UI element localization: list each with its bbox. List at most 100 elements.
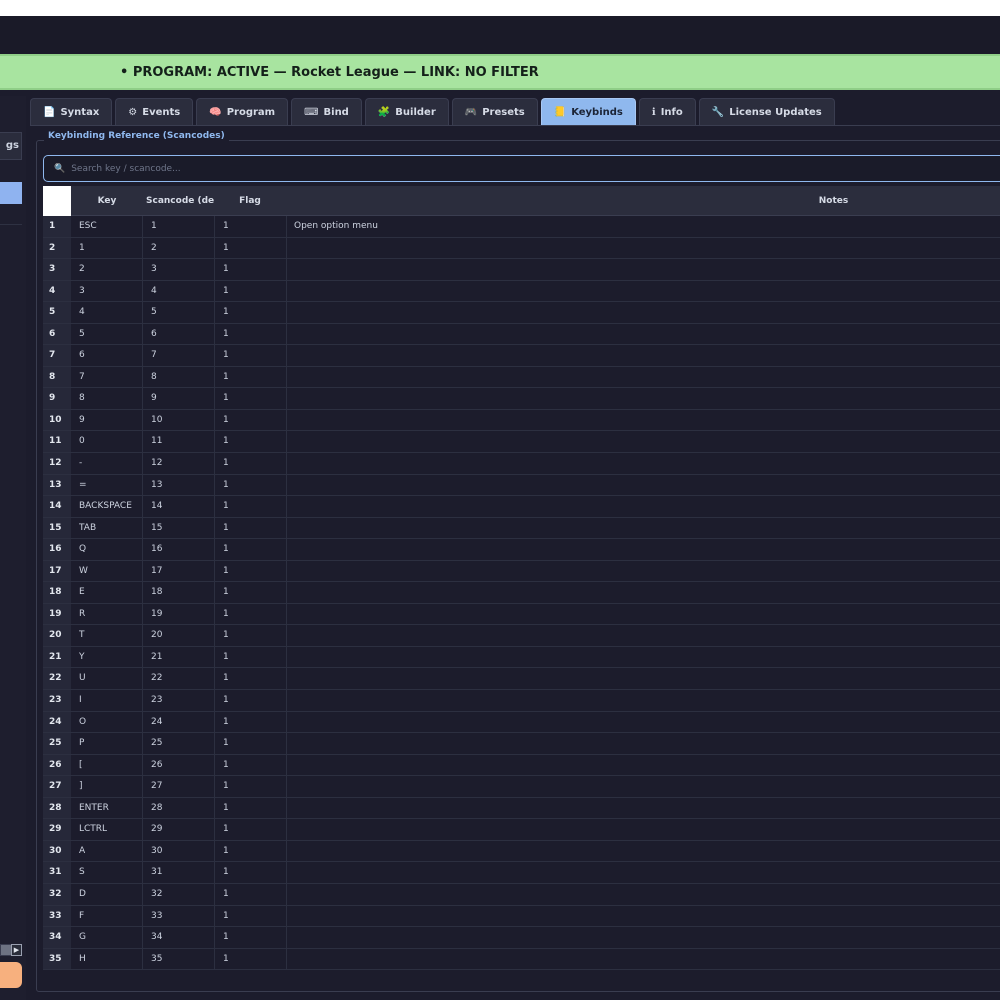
- table-row[interactable]: 4341: [43, 280, 1000, 303]
- column-header-scancode[interactable]: Scancode (dec: [146, 186, 214, 216]
- table-row[interactable]: 3231: [43, 259, 1000, 281]
- table-row[interactable]: 29 LCTRL 29 1: [43, 819, 1000, 841]
- cell-flag[interactable]: 1: [223, 496, 229, 517]
- cell-key[interactable]: S: [79, 862, 85, 883]
- column-header-flag[interactable]: Flag: [214, 186, 286, 216]
- cell-flag[interactable]: 1: [223, 625, 229, 646]
- cell-flag[interactable]: 1: [223, 561, 229, 582]
- row-number[interactable]: 11: [43, 431, 71, 453]
- cell-flag[interactable]: 1: [223, 582, 229, 603]
- cell-scancode[interactable]: 20: [151, 625, 162, 646]
- cell-key[interactable]: 1: [79, 238, 85, 259]
- cell-flag[interactable]: 1: [223, 259, 229, 280]
- table-row[interactable]: 14 BACKSPACE 14 1: [43, 496, 1000, 518]
- cell-flag[interactable]: 1: [223, 841, 229, 862]
- row-number[interactable]: 24: [43, 711, 71, 733]
- row-number[interactable]: 22: [43, 668, 71, 690]
- cell-scancode[interactable]: 13: [151, 475, 162, 496]
- cell-key[interactable]: ]: [79, 776, 83, 797]
- tab-builder[interactable]: 🧩 Builder: [364, 98, 449, 126]
- cell-key[interactable]: ESC: [79, 216, 97, 237]
- cell-key[interactable]: 5: [79, 324, 85, 345]
- tab-syntax[interactable]: 📄 Syntax: [30, 98, 113, 126]
- cell-flag[interactable]: 1: [223, 388, 229, 409]
- cell-scancode[interactable]: 12: [151, 453, 162, 474]
- table-row[interactable]: 22 U 22 1: [43, 668, 1000, 691]
- cell-key[interactable]: P: [79, 733, 84, 754]
- cell-flag[interactable]: 1: [223, 949, 229, 970]
- cell-scancode[interactable]: 2: [151, 238, 157, 259]
- cell-key[interactable]: 9: [79, 410, 85, 431]
- cell-key[interactable]: 3: [79, 281, 85, 302]
- row-number[interactable]: 1: [43, 216, 71, 237]
- cell-key[interactable]: 0: [79, 431, 85, 452]
- cell-key[interactable]: 7: [79, 367, 85, 388]
- row-number[interactable]: 19: [43, 603, 71, 625]
- table-row[interactable]: 7671: [43, 345, 1000, 367]
- cell-key[interactable]: =: [79, 475, 87, 496]
- cell-flag[interactable]: 1: [223, 281, 229, 302]
- table-row[interactable]: 2121: [43, 237, 1000, 260]
- cell-key[interactable]: R: [79, 604, 85, 625]
- table-row[interactable]: 11 0 11 1: [43, 431, 1000, 454]
- row-number[interactable]: 28: [43, 797, 71, 819]
- cell-scancode[interactable]: 21: [151, 647, 162, 668]
- cell-flag[interactable]: 1: [223, 410, 229, 431]
- cell-scancode[interactable]: 35: [151, 949, 162, 970]
- row-number[interactable]: 12: [43, 453, 71, 474]
- cell-scancode[interactable]: 15: [151, 518, 162, 539]
- cell-scancode[interactable]: 7: [151, 345, 157, 366]
- cell-scancode[interactable]: 30: [151, 841, 162, 862]
- cell-flag[interactable]: 1: [223, 324, 229, 345]
- row-number[interactable]: 13: [43, 474, 71, 496]
- cell-key[interactable]: G: [79, 927, 86, 948]
- tab-info[interactable]: ℹ Info: [638, 98, 696, 126]
- cell-scancode[interactable]: 25: [151, 733, 162, 754]
- row-number[interactable]: 14: [43, 496, 71, 517]
- cell-key[interactable]: O: [79, 712, 86, 733]
- cell-flag[interactable]: 1: [223, 755, 229, 776]
- row-number[interactable]: 27: [43, 776, 71, 797]
- cell-flag[interactable]: 1: [223, 862, 229, 883]
- cell-scancode[interactable]: 31: [151, 862, 162, 883]
- table-row[interactable]: 27] 27 1: [43, 776, 1000, 798]
- cell-key[interactable]: 8: [79, 388, 85, 409]
- cell-flag[interactable]: 1: [223, 345, 229, 366]
- sidebar-selected-item[interactable]: [0, 182, 22, 204]
- row-number[interactable]: 20: [43, 625, 71, 646]
- table-row[interactable]: 18 E 18 1: [43, 582, 1000, 604]
- cell-scancode[interactable]: 34: [151, 927, 162, 948]
- cell-flag[interactable]: 1: [223, 884, 229, 905]
- cell-key[interactable]: A: [79, 841, 85, 862]
- cell-flag[interactable]: 1: [223, 302, 229, 323]
- sidebar-header[interactable]: gs: [0, 132, 22, 160]
- row-number[interactable]: 34: [43, 927, 71, 948]
- sidebar-action-button[interactable]: [0, 962, 22, 988]
- table-row[interactable]: 20 T 20 1: [43, 625, 1000, 647]
- search-input[interactable]: [71, 163, 672, 174]
- cell-key[interactable]: I: [79, 690, 82, 711]
- table-row[interactable]: 9891: [43, 388, 1000, 410]
- scroll-right-arrow-icon[interactable]: ▶: [11, 944, 22, 956]
- table-row[interactable]: 10 9 10 1: [43, 409, 1000, 432]
- column-header-key[interactable]: Key: [71, 186, 143, 216]
- cell-flag[interactable]: 1: [223, 453, 229, 474]
- cell-key[interactable]: 4: [79, 302, 85, 323]
- cell-scancode[interactable]: 32: [151, 884, 162, 905]
- cell-key[interactable]: Q: [79, 539, 86, 560]
- table-row[interactable]: 5451: [43, 302, 1000, 324]
- row-number[interactable]: 6: [43, 323, 71, 345]
- cell-scancode[interactable]: 17: [151, 561, 162, 582]
- row-number[interactable]: 4: [43, 280, 71, 302]
- cell-flag[interactable]: 1: [223, 906, 229, 927]
- row-number[interactable]: 3: [43, 259, 71, 280]
- table-row[interactable]: 1 ESC 1 1 Open option menu: [43, 216, 1000, 238]
- cell-flag[interactable]: 1: [223, 604, 229, 625]
- cell-key[interactable]: D: [79, 884, 86, 905]
- table-row[interactable]: 8781: [43, 366, 1000, 389]
- table-row[interactable]: 21 Y 21 1: [43, 646, 1000, 669]
- cell-key[interactable]: Y: [79, 647, 85, 668]
- cell-flag[interactable]: 1: [223, 712, 229, 733]
- row-number[interactable]: 15: [43, 517, 71, 539]
- row-number[interactable]: 9: [43, 388, 71, 409]
